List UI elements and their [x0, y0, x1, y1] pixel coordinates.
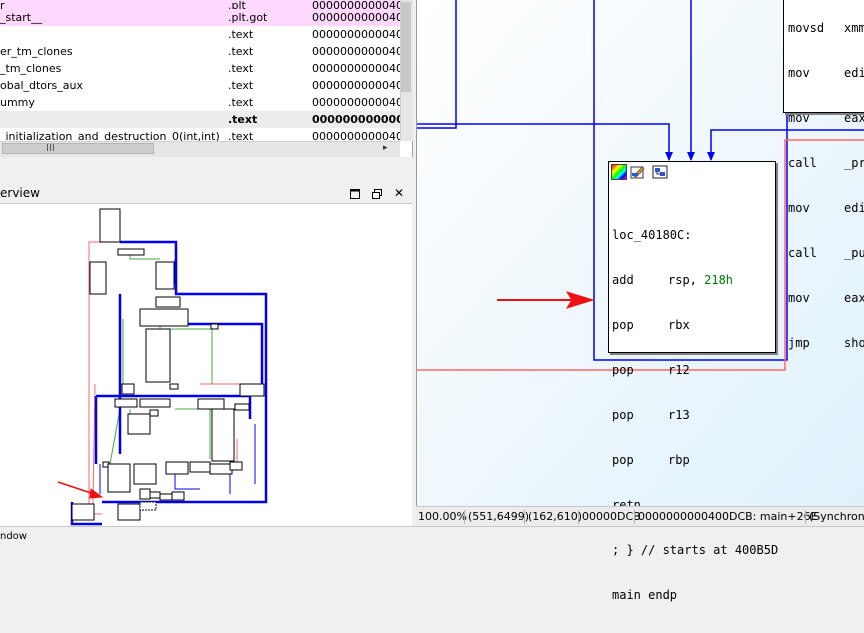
asm-operand: rbp — [668, 453, 690, 467]
function-segment: .text — [228, 28, 254, 41]
asm-immediate: 218h — [704, 273, 734, 287]
function-segment: .plt.got — [228, 11, 268, 24]
asm-operand: eax — [844, 291, 864, 305]
table-row[interactable]: er_tm_clones .text 00000000000400A — [0, 43, 400, 60]
asm-operand: _pu — [844, 246, 864, 260]
asm-operand: edi — [844, 201, 864, 215]
disassembly-graph-view[interactable]: movsd xmm mov edi mov eax call _pr mov edi ca… — [416, 0, 864, 602]
sync-status: (Synchronized — [809, 510, 864, 523]
function-address: 00000000000400B — [312, 96, 400, 109]
function-name: er_tm_clones — [0, 45, 73, 58]
function-address: 00000000000400B — [312, 79, 400, 92]
function-segment: .text — [228, 79, 254, 92]
status-divider — [634, 510, 635, 524]
function-name: _tm_clones — [0, 62, 62, 75]
asm-operand: r13 — [668, 408, 690, 422]
color-palette-icon[interactable] — [611, 164, 627, 180]
status-divider — [805, 510, 806, 524]
status-divider — [464, 510, 465, 524]
restore-icon[interactable] — [370, 183, 384, 203]
table-row[interactable]: _start__ .plt.got 00000000000400A — [0, 9, 400, 26]
function-address: 00000000000040 — [312, 113, 400, 126]
function-name: ummy — [0, 96, 35, 109]
asm-endp[interactable]: main endp — [612, 588, 778, 603]
asm-operand: r12 — [668, 363, 690, 377]
asm-operand: eax — [844, 111, 864, 125]
current-address: 0000000000400DCB: main+26E — [638, 510, 818, 523]
asm-block-top[interactable]: movsd xmm mov edi mov eax call _pr mov edi ca… — [783, 0, 864, 350]
asm-operand: xmm — [844, 21, 864, 35]
asm-mnemonic: call — [788, 156, 817, 170]
function-segment: .text — [228, 113, 258, 126]
asm-mnemonic: mov — [788, 111, 810, 125]
function-address: 00000000000400A — [312, 28, 400, 41]
asm-label[interactable]: loc_40180C: — [612, 228, 778, 243]
bottom-window-label[interactable]: ndow — [0, 531, 27, 543]
asm-mnemonic: add — [612, 273, 634, 287]
bottom-window-tabs — [0, 526, 864, 544]
asm-operand: edi — [844, 66, 864, 80]
mouse-coordinates: (162,610) — [528, 510, 583, 523]
status-divider — [524, 510, 525, 524]
function-name: obal_dtors_aux — [0, 79, 84, 92]
table-row-selected[interactable]: .text 00000000000040 — [0, 111, 400, 128]
scroll-grip-icon: III — [46, 143, 55, 154]
function-address: 00000000000400A — [312, 62, 400, 75]
asm-mnemonic: call — [788, 246, 817, 260]
asm-block-code: loc_40180C: add rsp, 218h pop rbx pop r12 p… — [612, 198, 778, 633]
graph-overview-canvas[interactable] — [0, 203, 412, 526]
scroll-right-arrow-icon[interactable]: ▸ — [383, 141, 388, 156]
asm-mnemonic: pop — [612, 408, 634, 422]
asm-line[interactable]: pop rbp — [612, 453, 778, 468]
function-name: _start__ — [0, 11, 43, 24]
asm-mnemonic: mov — [788, 66, 810, 80]
graph-overview-minimap — [57, 208, 268, 526]
graph-coordinates: (551,6499) — [468, 510, 530, 523]
vertical-scroll-thumb[interactable] — [401, 2, 411, 92]
asm-mnemonic: mov — [788, 291, 810, 305]
asm-block-top-code: movsd xmm mov edi mov eax call _pr mov edi ca… — [788, 0, 864, 381]
graph-overview-title: erview — [0, 186, 40, 200]
table-row[interactable]: obal_dtors_aux .text 00000000000400B — [0, 77, 400, 94]
status-divider — [578, 510, 579, 524]
asm-operand: rbx — [668, 318, 690, 332]
maximize-icon[interactable] — [348, 183, 362, 203]
function-address: 00000000000400A — [312, 45, 400, 58]
asm-mnemonic: jmp — [788, 336, 810, 350]
asm-operand: sho — [844, 336, 864, 350]
function-segment: .text — [228, 96, 254, 109]
asm-mnemonic: movsd — [788, 21, 825, 35]
asm-mnemonic: pop — [612, 363, 634, 377]
asm-block-loc-40180c[interactable]: loc_40180C: add rsp, 218h pop rbx pop r12 p… — [608, 161, 778, 602]
horizontal-scroll-thumb[interactable] — [2, 143, 154, 154]
function-segment: .text — [228, 62, 254, 75]
asm-operand: _pr — [844, 156, 864, 170]
asm-comment[interactable]: ; } // starts at 400B5D — [612, 543, 778, 558]
functions-table: r .plt 00000000000400A _start__ .plt.got… — [0, 0, 413, 157]
asm-line[interactable]: pop rbx — [612, 318, 778, 333]
zoom-level: 100.00% — [418, 510, 467, 523]
close-icon[interactable]: ✕ — [392, 183, 406, 203]
table-row[interactable]: _tm_clones .text 00000000000400A — [0, 60, 400, 77]
asm-line[interactable]: pop r13 — [612, 408, 778, 423]
table-row[interactable]: ummy .text 00000000000400B — [0, 94, 400, 111]
table-row[interactable]: .text 00000000000400A — [0, 26, 400, 43]
asm-operand: rsp, — [668, 273, 705, 287]
asm-mnemonic: pop — [612, 318, 634, 332]
graph-status-bar: 100.00% (551,6499) (162,610) 00000DCB 00… — [416, 506, 864, 527]
asm-line[interactable]: pop r12 — [612, 363, 778, 378]
asm-mnemonic: pop — [612, 453, 634, 467]
function-segment: .text — [228, 45, 254, 58]
asm-line[interactable]: add rsp, 218h — [612, 273, 778, 288]
asm-mnemonic: mov — [788, 201, 810, 215]
group-nodes-icon[interactable] — [652, 164, 668, 180]
function-address: 00000000000400A — [312, 11, 400, 24]
rename-block-icon[interactable] — [630, 164, 646, 180]
file-offset: 00000DCB — [582, 510, 641, 523]
